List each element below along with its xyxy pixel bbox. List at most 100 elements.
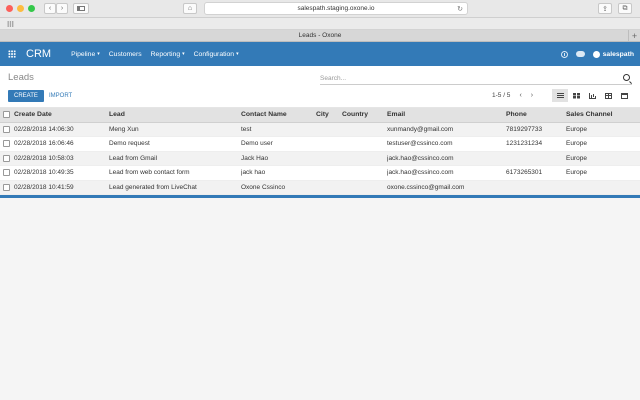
apps-grid-icon[interactable]	[8, 50, 16, 58]
tabs-icon: ⧉	[622, 4, 628, 12]
cell-city	[316, 122, 342, 137]
cell-sales-channel: Europe	[566, 136, 640, 152]
leads-list: Create Date Lead Contact Name City Count…	[0, 108, 640, 198]
share-button[interactable]: ⇪	[598, 3, 612, 14]
row-checkbox[interactable]	[3, 169, 10, 177]
new-tab-button[interactable]: +	[628, 30, 640, 41]
sidebar-toggle-button[interactable]	[73, 3, 89, 14]
back-button[interactable]: ‹	[44, 3, 56, 14]
pivot-view-button[interactable]	[600, 89, 616, 102]
favorites-grid-icon[interactable]	[7, 20, 14, 27]
cell-email: oxone.cssinco@gmail.com	[387, 180, 506, 195]
tabs-overview-button[interactable]: ⧉	[618, 3, 632, 14]
create-button[interactable]: CREATE	[8, 90, 44, 102]
menu-pipeline-label: Pipeline	[71, 50, 96, 58]
menu-configuration[interactable]: Configuration ▾	[194, 51, 239, 58]
column-header-phone[interactable]: Phone	[506, 108, 566, 123]
row-select-cell	[0, 165, 14, 181]
column-header-email[interactable]: Email	[387, 108, 506, 123]
chevron-left-icon: ‹	[48, 5, 52, 12]
cell-city	[316, 151, 342, 166]
row-select-cell	[0, 151, 14, 166]
cell-sales-channel: Europe	[566, 151, 640, 166]
cell-country	[342, 122, 387, 137]
cell-phone: 7819297733	[506, 122, 566, 137]
row-checkbox[interactable]	[3, 125, 10, 133]
table-row[interactable]: 02/28/2018 14:06:30 Meng Xun test xunman…	[0, 122, 640, 137]
close-window-button[interactable]	[6, 5, 13, 12]
maximize-window-button[interactable]	[28, 5, 35, 12]
home-icon: ⌂	[187, 5, 193, 12]
cell-contact-name: Oxone Cssinco	[241, 180, 316, 195]
cell-contact-name: Demo user	[241, 136, 316, 152]
pivot-table-icon	[604, 92, 612, 99]
row-checkbox[interactable]	[3, 183, 10, 191]
select-all-cell	[0, 108, 14, 123]
user-name: salespath	[602, 50, 634, 58]
caret-down-icon: ▾	[236, 51, 239, 57]
cell-lead: Meng Xun	[109, 122, 241, 137]
address-bar[interactable]: salespath.staging.oxone.io ↻	[204, 2, 468, 15]
forward-button[interactable]: ›	[56, 3, 68, 14]
cell-email: xunmandy@gmail.com	[387, 122, 506, 137]
activities-clock-icon[interactable]	[560, 50, 568, 58]
cell-lead: Lead generated from LiveChat	[109, 180, 241, 195]
row-checkbox[interactable]	[3, 154, 10, 162]
cell-create-date: 02/28/2018 10:49:35	[14, 165, 109, 181]
kanban-icon	[572, 92, 580, 99]
reload-icon[interactable]: ↻	[457, 5, 463, 13]
main-navbar: CRM Pipeline ▾ Customers Reporting ▾ Con…	[0, 42, 640, 66]
list-bottom-bar	[0, 195, 640, 198]
column-header-sales-channel[interactable]: Sales Channel	[566, 108, 640, 123]
row-checkbox[interactable]	[3, 140, 10, 148]
select-all-checkbox[interactable]	[3, 111, 10, 119]
page-title: Leads	[8, 72, 34, 83]
user-menu[interactable]: salespath	[592, 50, 634, 58]
table-row[interactable]: 02/28/2018 10:49:35 Lead from web contac…	[0, 165, 640, 181]
menu-customers[interactable]: Customers	[109, 51, 142, 58]
cell-city	[316, 136, 342, 152]
search-icon[interactable]	[623, 74, 630, 81]
table-row[interactable]: 02/28/2018 16:06:46 Demo request Demo us…	[0, 136, 640, 152]
caret-down-icon: ▾	[97, 51, 100, 57]
cell-email: jack.hao@cssinco.com	[387, 151, 506, 166]
history-buttons: ‹ ›	[44, 3, 68, 14]
table-row[interactable]: 02/28/2018 10:58:03 Lead from Gmail Jack…	[0, 151, 640, 166]
pager-value[interactable]: 1-5 / 5	[492, 92, 510, 99]
column-header-country[interactable]: Country	[342, 108, 387, 123]
user-avatar	[592, 50, 600, 58]
app-brand[interactable]: CRM	[26, 48, 51, 60]
list-view-button[interactable]	[552, 89, 568, 102]
home-button[interactable]: ⌂	[183, 3, 197, 14]
search-input[interactable]	[320, 72, 610, 84]
pager-previous-button[interactable]: ‹	[519, 92, 521, 99]
cell-email: jack.hao@cssinco.com	[387, 165, 506, 181]
cell-city	[316, 180, 342, 195]
tab-strip: Leads - Oxone +	[0, 30, 640, 42]
menu-reporting-label: Reporting	[150, 50, 181, 58]
sidebar-icon	[77, 6, 85, 11]
pager: 1-5 / 5 ‹ ›	[492, 92, 533, 99]
minimize-window-button[interactable]	[17, 5, 24, 12]
import-button[interactable]: IMPORT	[47, 90, 74, 102]
column-header-create-date[interactable]: Create Date	[14, 108, 109, 123]
cell-contact-name: test	[241, 122, 316, 137]
column-header-contact-name[interactable]: Contact Name	[241, 108, 316, 123]
cell-contact-name: jack hao	[241, 165, 316, 181]
menu-pipeline[interactable]: Pipeline ▾	[71, 51, 100, 58]
column-header-lead[interactable]: Lead	[109, 108, 241, 123]
menu-reporting[interactable]: Reporting ▾	[151, 51, 185, 58]
active-tab-title[interactable]: Leads - Oxone	[299, 32, 342, 39]
kanban-view-button[interactable]	[568, 89, 584, 102]
calendar-view-button[interactable]	[616, 89, 632, 102]
column-header-city[interactable]: City	[316, 108, 342, 123]
list-icon	[556, 93, 564, 98]
pager-next-button[interactable]: ›	[531, 92, 533, 99]
window-controls	[6, 5, 35, 12]
table-row[interactable]: 02/28/2018 10:41:59 Lead generated from …	[0, 180, 640, 195]
graph-view-button[interactable]	[584, 89, 600, 102]
navbar-right: salespath	[560, 42, 634, 66]
messages-chat-icon[interactable]	[575, 51, 585, 57]
table-header-row: Create Date Lead Contact Name City Count…	[0, 108, 640, 123]
cell-lead: Demo request	[109, 136, 241, 152]
